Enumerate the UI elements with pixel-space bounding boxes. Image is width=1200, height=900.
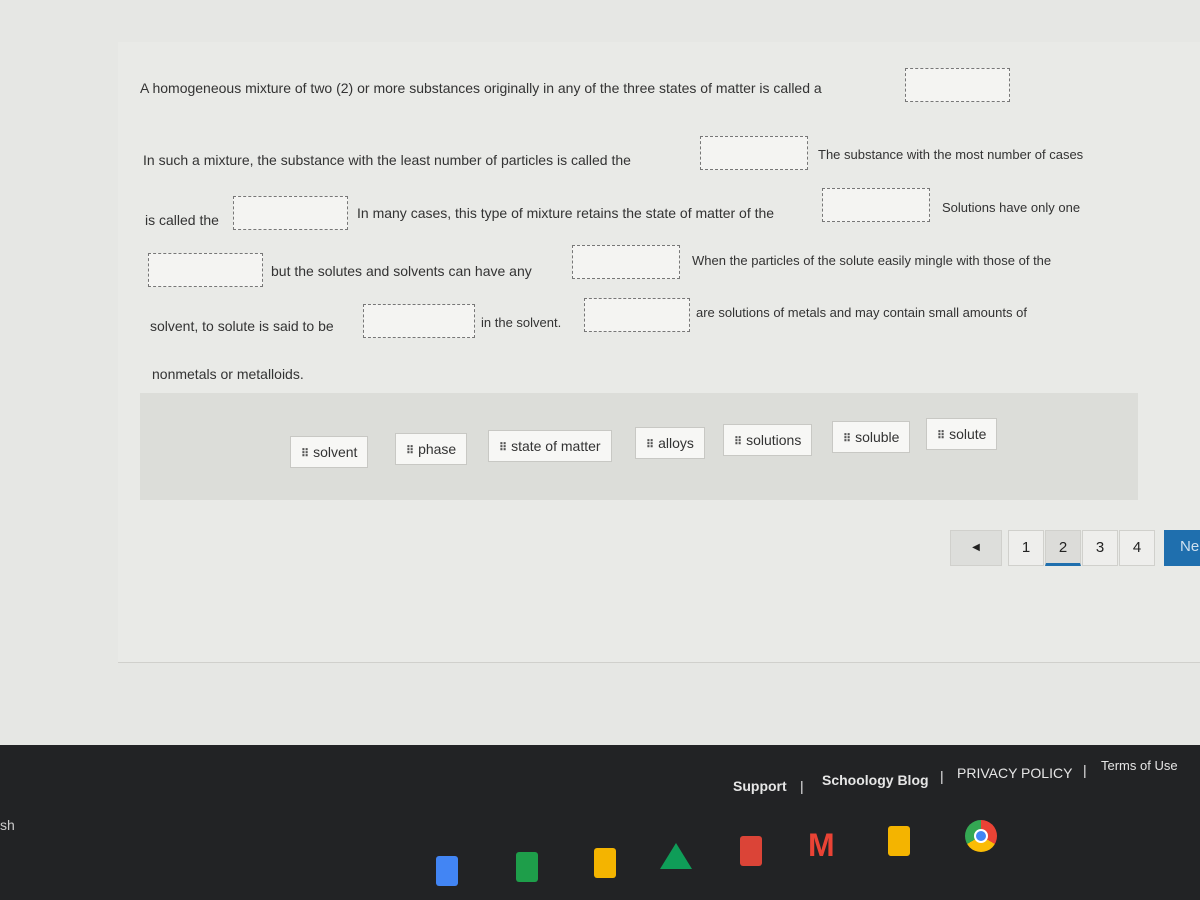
sheets-icon[interactable] [516,852,538,882]
chrome-icon[interactable] [965,820,997,852]
next-button[interactable]: Ne [1164,530,1200,566]
question-text: is called the [145,212,219,228]
drop-blank-6[interactable] [572,245,680,279]
drop-blank-4[interactable] [822,188,930,222]
terms-of-use-link[interactable]: Terms of Use [1101,758,1178,773]
gmail-icon[interactable]: M [808,829,836,861]
question-text: are solutions of metals and may contain … [696,305,1027,320]
question-text: solvent, to solute is said to be [150,318,334,334]
drag-handle-icon: ⠿ [499,442,507,454]
drag-handle-icon: ⠿ [406,445,414,457]
page-4-button[interactable]: 4 [1119,530,1155,566]
question-panel [118,42,1200,663]
drop-blank-7[interactable] [363,304,475,338]
word-chip-alloys[interactable]: ⠿ alloys [635,427,705,459]
question-text: A homogeneous mixture of two (2) or more… [140,80,822,96]
schoology-blog-link[interactable]: Schoology Blog [822,772,929,788]
question-text: In such a mixture, the substance with th… [143,152,631,168]
word-chip-solvent[interactable]: ⠿ solvent [290,436,369,468]
question-text: Solutions have only one [942,200,1081,215]
question-text: in the solvent. [481,315,562,330]
chip-label: soluble [855,429,900,445]
keep-icon[interactable] [888,826,910,856]
chip-label: solutions [746,432,802,448]
docs-icon[interactable] [436,856,458,886]
drop-blank-1[interactable] [905,68,1010,102]
triangle-left-icon: ◀ [972,542,980,553]
drag-handle-icon: ⠿ [734,436,742,448]
support-link[interactable]: Support [733,778,787,794]
shelf-text: sh [0,817,15,833]
chip-label: solvent [313,444,358,460]
separator: | [1083,762,1087,778]
question-text: In many cases, this type of mixture reta… [357,205,775,221]
drop-blank-3[interactable] [233,196,348,230]
page-3-button[interactable]: 3 [1082,530,1118,566]
drop-blank-2[interactable] [700,136,808,170]
drive-icon[interactable] [660,843,692,869]
chip-label: phase [418,441,457,457]
word-chip-soluble[interactable]: ⠿ soluble [832,421,911,453]
word-chip-solutions[interactable]: ⠿ solutions [723,424,813,456]
drag-handle-icon: ⠿ [301,448,309,460]
drag-handle-icon: ⠿ [937,430,945,442]
drop-blank-5[interactable] [148,253,263,287]
chip-label: solute [949,426,987,442]
chip-label: alloys [658,435,694,451]
word-chip-phase[interactable]: ⠿ phase [395,433,468,465]
drag-handle-icon: ⠿ [646,439,654,451]
page-1-button[interactable]: 1 [1008,530,1044,566]
page-2-button[interactable]: 2 [1045,530,1081,566]
word-chip-solute[interactable]: ⠿ solute [926,418,998,450]
prev-page-button[interactable]: ◀ [950,530,1002,566]
slides-icon[interactable] [594,848,616,878]
chip-label: state of matter [511,438,601,454]
question-text: nonmetals or metalloids. [152,366,304,382]
drag-handle-icon: ⠿ [843,433,851,445]
drop-blank-8[interactable] [584,298,690,332]
question-text: The substance with the most number of ca… [818,147,1084,162]
question-text: When the particles of the solute easily … [692,253,1052,268]
separator: | [940,768,944,784]
separator: | [800,778,804,794]
privacy-policy-link[interactable]: PRIVACY POLICY [957,765,1072,781]
question-text: but the solutes and solvents can have an… [271,263,532,279]
word-chip-state-of-matter[interactable]: ⠿ state of matter [488,430,612,462]
slides-red-icon[interactable] [740,836,762,866]
